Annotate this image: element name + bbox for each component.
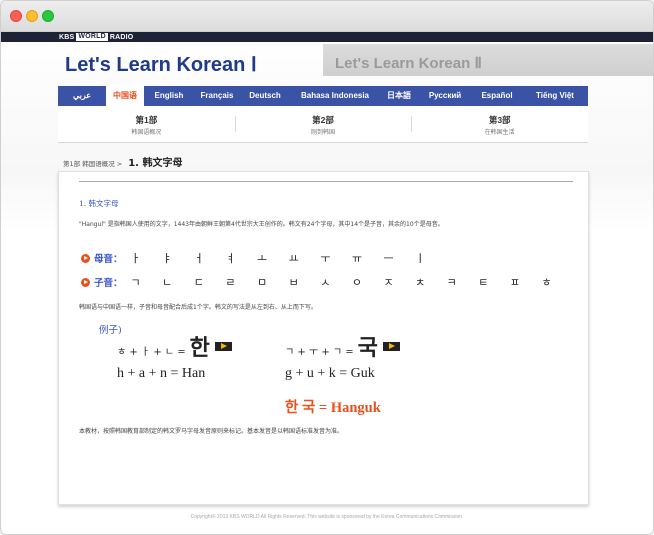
close-window-button[interactable] [10,10,22,22]
logo-kbs: KBS [59,33,75,41]
breadcrumb-current: 1. 韩文字母 [128,158,183,169]
breadcrumb-parent[interactable]: 第1部 韩国语概况 > [63,158,122,168]
breadcrumb: 第1部 韩国语概况 > 1. 韩文字母 [63,154,182,169]
consonants-label: 子音： [94,278,123,289]
browser-window: KBS WORLD RADIO Let's Learn Korean Ⅰ Let… [0,0,654,535]
example-1-romanization: h + a + n = Han [117,366,206,381]
lang-indonesian[interactable]: Bahasa Indonesia [290,86,380,106]
result-hanguk: 한 국 = Hanguk [285,400,381,416]
window-titlebar [1,1,653,32]
language-nav: عربي 中国语 English Français Deutsch Bahasa… [58,86,588,106]
part-1-link[interactable]: 第1部 韩国语概况 [58,106,235,142]
example-2: ㄱ + ㅜ + ㄱ = 국 [285,330,400,362]
course-title-1[interactable]: Let's Learn Korean Ⅰ [65,52,257,77]
lang-german[interactable]: Deutsch [240,86,290,106]
maximize-window-button[interactable] [42,10,54,22]
kbs-world-radio-logo[interactable]: KBS WORLD RADIO [59,32,133,42]
example-1-parts: ㅎ + ㅏ + ㄴ = [117,347,186,358]
play-audio-button[interactable] [382,341,400,351]
consonants-list: ㄱ ㄴ ㄷ ㄹ ㅁ ㅂ ㅅ ㅇ ㅈ ㅊ ㅋ ㅌ ㅍ ㅎ [130,276,561,289]
lang-japanese[interactable]: 日本語 [380,86,418,106]
footnote: 本教材，按照韩国教育部制定的韩文罗马字母发音原则来标记。基本发音是以韩国语标准发… [79,428,344,435]
lang-vietnamese[interactable]: Tiếng Việt [522,86,588,106]
example-1-syllable: 한 [189,335,210,361]
part-2-title: 第2部 [312,115,334,125]
part-nav: 第1部 韩国语概况 第2部 刚到韩国 第3部 在韩国生活 [58,106,588,143]
part-3-title: 第3部 [488,115,511,125]
lang-spanish[interactable]: Español [472,86,522,106]
part-2-subtitle: 刚到韩国 [311,129,336,136]
logo-world: WORLD [76,33,108,41]
part-3-subtitle: 在韩国生活 [484,129,515,136]
example-1: ㅎ + ㅏ + ㄴ = 한 [117,330,232,362]
lang-chinese[interactable]: 中国语 [106,86,144,106]
part-1-subtitle: 韩国语概况 [131,129,162,136]
lang-french[interactable]: Français [194,86,240,106]
example-2-romanization: g + u + k = Guk [285,366,375,381]
copyright: Copyright© 2013 KBS WORLD All Rights Res… [190,514,464,520]
kbs-top-bar: KBS WORLD RADIO [1,32,653,42]
vowels-list: ㅏ ㅑ ㅓ ㅕ ㅗ ㅛ ㅜ ㅠ ㅡ ㅣ [130,252,435,265]
part-3-link[interactable]: 第3部 在韩国生活 [411,106,588,142]
speaker-icon[interactable] [81,253,90,263]
speaker-icon[interactable] [81,277,90,287]
vowels-label: 母音： [94,254,123,265]
content-divider [79,181,573,182]
section-heading: 1. 韩文字母 [79,199,119,208]
lang-arabic[interactable]: عربي [58,86,106,106]
lesson-content: 1. 韩文字母 "Hangul" 是指韩国人使用的文字，1443年由朝鲜王朝第4… [58,171,589,505]
course-title-2[interactable]: Let's Learn Korean Ⅱ [335,54,482,72]
consonants-row: 子音： ㄱ ㄴ ㄷ ㄹ ㅁ ㅂ ㅅ ㅇ ㅈ ㅊ ㅋ ㅌ ㅍ ㅎ [81,274,561,290]
lang-russian[interactable]: Русский [418,86,472,106]
intro-text: "Hangul" 是指韩国人使用的文字，1443年由朝鲜王朝第4代世宗大王创作的… [79,221,444,228]
combination-note: 韩国语与中国语一样，子音和母音配合后成1个字。韩文的写法是从左到右、从上而下写。 [79,304,317,311]
lang-english[interactable]: English [144,86,194,106]
vowels-row: 母音： ㅏ ㅑ ㅓ ㅕ ㅗ ㅛ ㅜ ㅠ ㅡ ㅣ [81,250,434,266]
example-2-syllable: 국 [357,335,378,361]
part-2-link[interactable]: 第2部 刚到韩国 [234,106,412,142]
example-2-parts: ㄱ + ㅜ + ㄱ = [285,347,354,358]
logo-radio: RADIO [109,33,134,41]
page: KBS WORLD RADIO Let's Learn Korean Ⅰ Let… [1,32,653,534]
minimize-window-button[interactable] [26,10,38,22]
part-1-title: 第1部 [135,115,158,125]
play-audio-button[interactable] [214,341,232,351]
